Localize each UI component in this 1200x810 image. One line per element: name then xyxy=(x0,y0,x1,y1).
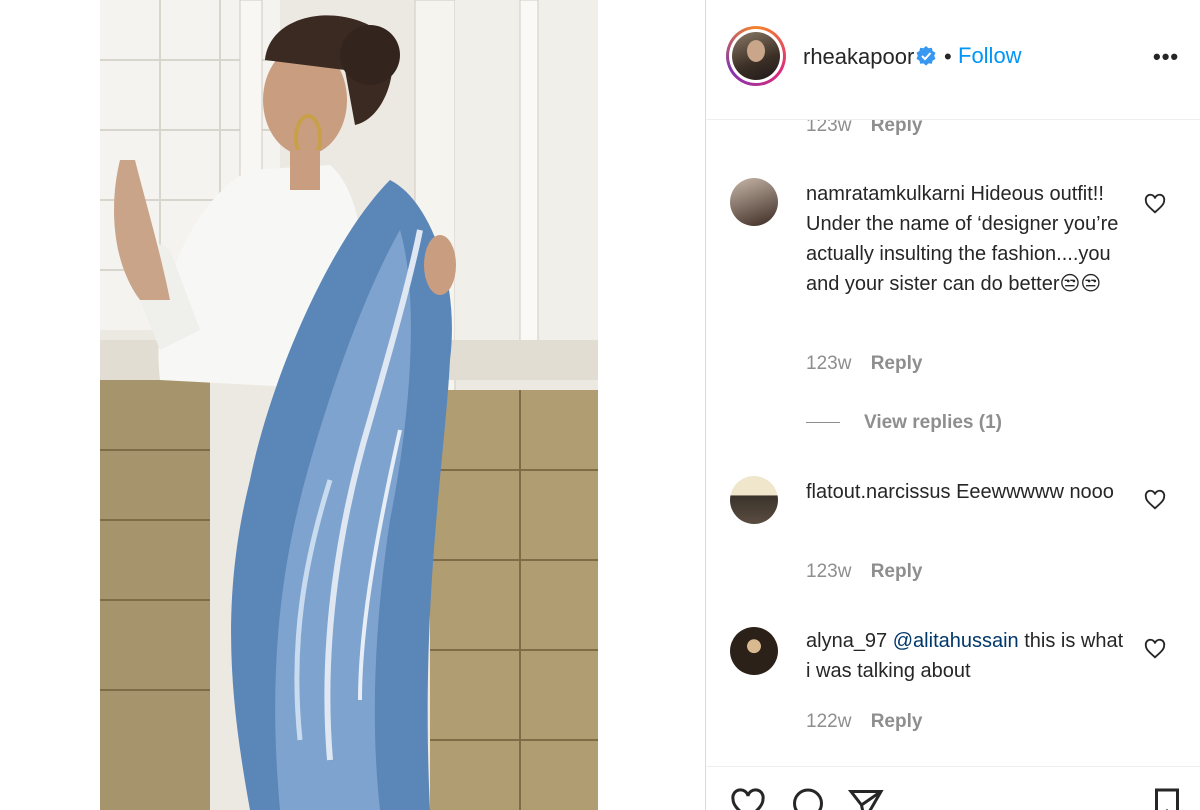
author-avatar-image xyxy=(732,32,780,80)
post-action-bar xyxy=(706,766,1200,810)
photo-woman-in-blue-saree xyxy=(100,0,598,810)
comment-icon[interactable] xyxy=(790,787,826,810)
commenter-username[interactable]: namratamkulkarni xyxy=(806,183,965,205)
comment-body: alyna_97 @alitahussain this is what i wa… xyxy=(806,626,1126,686)
comment-mention[interactable]: @alitahussain xyxy=(893,630,1019,652)
verified-badge-icon xyxy=(916,46,936,66)
comment-time: 123w xyxy=(806,353,852,374)
comment-meta: 123w Reply xyxy=(806,561,922,583)
reply-button[interactable]: Reply xyxy=(871,561,923,582)
commenter-username[interactable]: flatout.narcissus xyxy=(806,481,951,503)
commenter-avatar[interactable] xyxy=(730,476,778,524)
post-header: rheakapoor • Follow ••• xyxy=(706,0,1200,120)
comment-meta-partial: 123w Reply xyxy=(806,120,922,137)
like-comment-heart-icon[interactable] xyxy=(1144,638,1166,660)
follow-button[interactable]: Follow xyxy=(958,43,1022,69)
like-comment-heart-icon[interactable] xyxy=(1144,489,1166,511)
reply-button[interactable]: Reply xyxy=(871,711,923,732)
author-username[interactable]: rheakapoor xyxy=(803,44,914,70)
comment-text: Eeewwwww nooo xyxy=(956,481,1114,503)
share-icon[interactable] xyxy=(848,787,884,810)
reply-button[interactable]: Reply xyxy=(871,353,923,374)
post-media-area xyxy=(0,0,705,810)
reply-button[interactable]: Reply xyxy=(871,120,923,136)
header-separator: • xyxy=(944,44,952,69)
author-avatar[interactable] xyxy=(726,26,786,86)
commenter-avatar[interactable] xyxy=(730,627,778,675)
comment-time: 123w xyxy=(806,561,852,582)
bookmark-icon[interactable] xyxy=(1149,787,1185,810)
comment-body: flatout.narcissus Eeewwwww nooo xyxy=(806,477,1126,507)
view-replies-line xyxy=(806,422,840,424)
comment-time: 122w xyxy=(806,711,852,732)
view-replies-button[interactable]: View replies (1) xyxy=(806,412,1002,434)
like-comment-heart-icon[interactable] xyxy=(1144,193,1166,215)
view-replies-label: View replies (1) xyxy=(864,412,1002,433)
commenter-avatar[interactable] xyxy=(730,178,778,226)
more-options-icon[interactable]: ••• xyxy=(1153,44,1179,70)
comment-time: 123w xyxy=(806,120,852,136)
comments-list[interactable]: 123w Reply namratamkulkarni Hideous outf… xyxy=(706,120,1200,766)
comment-meta: 122w Reply xyxy=(806,711,922,733)
commenter-username[interactable]: alyna_97 xyxy=(806,630,887,652)
comment-body: namratamkulkarni Hideous outfit!! Under … xyxy=(806,179,1126,299)
post-side-panel: rheakapoor • Follow ••• 123w Reply namra… xyxy=(705,0,1200,810)
heart-icon[interactable] xyxy=(730,787,766,810)
post-photo[interactable] xyxy=(100,0,598,810)
comment-meta: 123w Reply xyxy=(806,353,922,375)
